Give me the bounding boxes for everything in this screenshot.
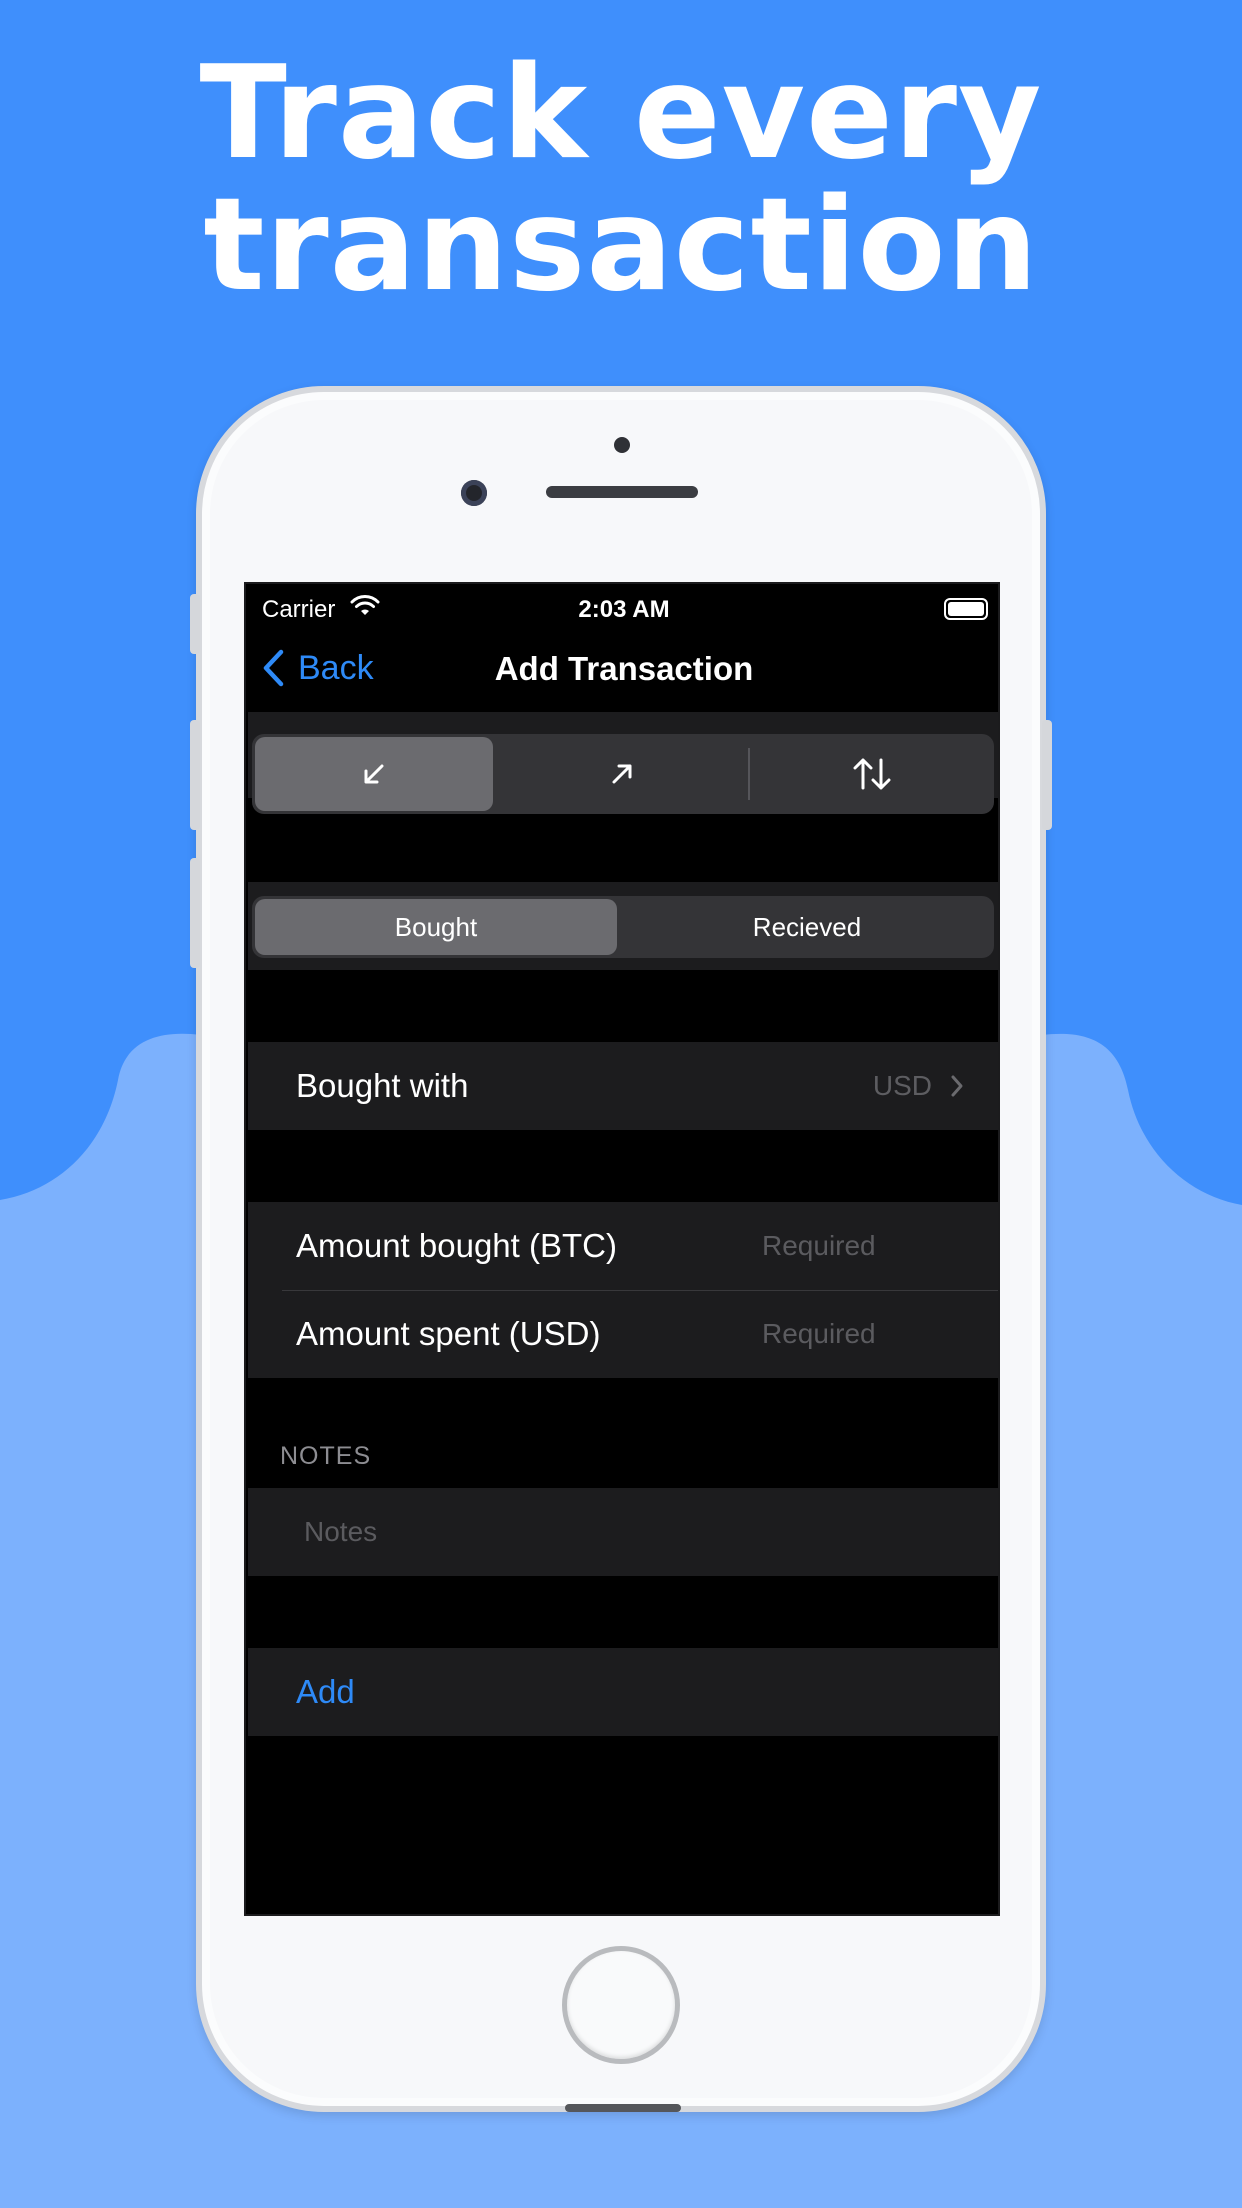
power-button bbox=[1042, 720, 1052, 830]
add-button[interactable]: Add bbox=[296, 1648, 355, 1736]
amount-bought-row[interactable]: Amount bought (BTC) Required bbox=[248, 1202, 998, 1290]
arrows-up-down-icon bbox=[853, 758, 891, 790]
segment-incoming[interactable] bbox=[255, 737, 493, 811]
navigation-bar: Back Add Transaction bbox=[246, 628, 998, 708]
segment-outgoing[interactable] bbox=[496, 734, 748, 814]
front-camera bbox=[461, 480, 487, 506]
bought-with-row[interactable]: Bought with USD bbox=[248, 1042, 998, 1130]
type-segmented-control: Bought Recieved bbox=[252, 896, 994, 958]
mute-switch bbox=[190, 594, 200, 654]
arrow-down-left-icon bbox=[364, 764, 384, 784]
home-button[interactable] bbox=[562, 1946, 680, 2064]
bought-with-label: Bought with bbox=[296, 1067, 469, 1104]
segment-transfer[interactable] bbox=[750, 734, 994, 814]
phone-bottom-edge bbox=[565, 2104, 681, 2112]
status-time: 2:03 AM bbox=[578, 596, 670, 623]
battery-icon bbox=[944, 598, 988, 620]
proximity-sensor bbox=[614, 437, 630, 453]
arrow-up-right-icon bbox=[612, 764, 632, 784]
volume-up-button bbox=[190, 720, 200, 830]
chevron-right-icon bbox=[951, 1075, 963, 1097]
headline-line-1: Track every bbox=[199, 39, 1043, 188]
segment-bought[interactable]: Bought bbox=[255, 899, 617, 955]
notes-row[interactable]: Notes bbox=[248, 1488, 998, 1576]
volume-down-button bbox=[190, 858, 200, 968]
notes-input[interactable]: Notes bbox=[304, 1488, 377, 1576]
page-title: Add Transaction bbox=[494, 650, 754, 687]
notes-section-header: NOTES bbox=[280, 1442, 372, 1470]
bought-with-value: USD bbox=[873, 1042, 964, 1130]
amount-spent-row[interactable]: Amount spent (USD) Required bbox=[248, 1290, 998, 1378]
amount-bought-input[interactable]: Required bbox=[762, 1202, 876, 1290]
direction-segmented-control bbox=[252, 734, 994, 814]
currency-value: USD bbox=[872, 1070, 932, 1101]
segment-received[interactable]: Recieved bbox=[620, 896, 994, 958]
status-bar: Carrier 2:03 AM bbox=[246, 584, 998, 624]
add-row[interactable]: Add bbox=[248, 1648, 998, 1736]
amount-spent-input[interactable]: Required bbox=[762, 1290, 876, 1378]
headline: Track every transaction bbox=[0, 48, 1242, 312]
headline-line-2: transaction bbox=[203, 171, 1039, 320]
amount-bought-label: Amount bought (BTC) bbox=[296, 1227, 617, 1264]
app-screen: Carrier 2:03 AM Back Add Transaction Bou… bbox=[244, 582, 1000, 1916]
amount-spent-label: Amount spent (USD) bbox=[296, 1315, 601, 1352]
earpiece-speaker bbox=[546, 486, 698, 498]
